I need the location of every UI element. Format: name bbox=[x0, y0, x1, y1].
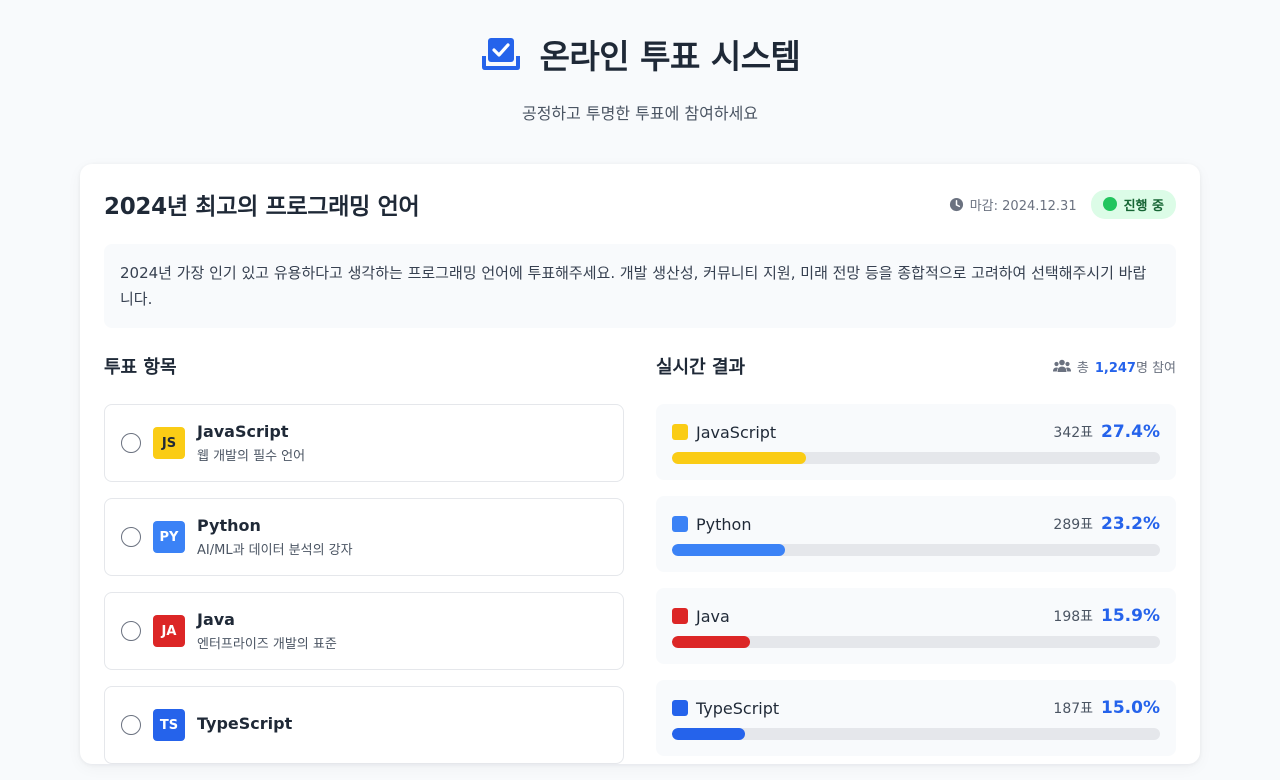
language-badge: PY bbox=[153, 521, 185, 553]
status-text: 진행 중 bbox=[1123, 198, 1164, 214]
option-text: Python AI/ML과 데이터 분석의 강자 bbox=[197, 516, 353, 558]
result-swatch bbox=[672, 700, 688, 716]
page-header: 온라인 투표 시스템 공정하고 투명한 투표에 참여하세요 bbox=[0, 0, 1280, 124]
result-name: JavaScript bbox=[696, 422, 777, 442]
language-badge: TS bbox=[153, 709, 185, 741]
page-title: 온라인 투표 시스템 bbox=[539, 37, 801, 76]
result-item: Python 289표 23.2% bbox=[656, 496, 1176, 572]
result-swatch bbox=[672, 424, 688, 440]
option-name: JavaScript bbox=[197, 422, 289, 441]
deadline-text: 마감: 2024.12.31 bbox=[969, 198, 1077, 214]
result-item: JavaScript 342표 27.4% bbox=[656, 404, 1176, 480]
result-percent: 15.0% bbox=[1101, 698, 1160, 718]
option-name: TypeScript bbox=[197, 713, 293, 733]
status-dot-icon bbox=[1102, 197, 1117, 211]
result-votes: 187표 bbox=[1053, 701, 1094, 717]
poll-header: 2024년 최고의 프로그래밍 언어 마감: 2024.12.31 진행 중 bbox=[104, 188, 1176, 220]
result-swatch bbox=[672, 608, 688, 624]
ballot-box-icon bbox=[481, 38, 520, 70]
users-icon bbox=[1052, 359, 1071, 372]
radio-button[interactable] bbox=[121, 433, 141, 453]
option-text: JavaScript 웹 개발의 필수 언어 bbox=[197, 422, 305, 464]
result-name: Java bbox=[696, 606, 730, 626]
poll-title: 2024년 최고의 프로그래밍 언어 bbox=[104, 194, 420, 220]
results-column: 실시간 결과 총 1,247명 참여 JavaScript 342표 27.4%… bbox=[656, 352, 1176, 780]
title-row: 온라인 투표 시스템 bbox=[0, 30, 1280, 78]
progress-fill bbox=[672, 544, 786, 556]
page-subtitle: 공정하고 투명한 투표에 참여하세요 bbox=[521, 104, 759, 123]
result-votes: 289표 bbox=[1053, 517, 1094, 533]
result-item: Java 198표 15.9% bbox=[656, 588, 1176, 664]
progress-track bbox=[672, 452, 1160, 464]
option-description: 웹 개발의 필수 언어 bbox=[197, 449, 306, 464]
options-header: 투표 항목 bbox=[104, 352, 624, 380]
option-name: Python bbox=[197, 516, 261, 535]
option-description: 엔터프라이즈 개발의 표준 bbox=[197, 637, 337, 652]
option-text: TypeScript bbox=[197, 714, 292, 737]
option-javascript[interactable]: JS JavaScript 웹 개발의 필수 언어 bbox=[104, 404, 624, 482]
radio-button[interactable] bbox=[121, 527, 141, 547]
poll-columns: 투표 항목 JS JavaScript 웹 개발의 필수 언어 PY Pytho… bbox=[104, 352, 1176, 780]
results-title: 실시간 결과 bbox=[656, 357, 746, 378]
radio-button[interactable] bbox=[121, 715, 141, 735]
status-badge: 진행 중 bbox=[1090, 189, 1176, 219]
result-percent: 15.9% bbox=[1101, 606, 1160, 626]
progress-track bbox=[672, 728, 1160, 740]
result-percent: 27.4% bbox=[1101, 422, 1160, 442]
result-item: TypeScript 187표 15.0% bbox=[656, 680, 1176, 756]
clock-icon bbox=[949, 197, 963, 211]
option-text: Java 엔터프라이즈 개발의 표준 bbox=[197, 610, 337, 652]
participants-prefix: 총 bbox=[1076, 360, 1089, 376]
language-badge: JA bbox=[153, 615, 185, 647]
option-python[interactable]: PY Python AI/ML과 데이터 분석의 강자 bbox=[104, 498, 624, 576]
results-header: 실시간 결과 총 1,247명 참여 bbox=[656, 352, 1176, 380]
radio-button[interactable] bbox=[121, 621, 141, 641]
progress-track bbox=[672, 544, 1160, 556]
progress-track bbox=[672, 636, 1160, 648]
language-badge: JS bbox=[153, 427, 185, 459]
option-java[interactable]: JA Java 엔터프라이즈 개발의 표준 bbox=[104, 592, 624, 670]
progress-fill bbox=[672, 636, 750, 648]
option-typescript[interactable]: TS TypeScript bbox=[104, 686, 624, 764]
result-name: Python bbox=[696, 514, 752, 534]
result-votes: 198표 bbox=[1053, 609, 1094, 625]
participants-number: 1,247 bbox=[1094, 360, 1136, 376]
result-percent: 23.2% bbox=[1101, 514, 1160, 534]
option-description: AI/ML과 데이터 분석의 강자 bbox=[197, 543, 353, 558]
option-name: Java bbox=[197, 610, 235, 629]
options-list: JS JavaScript 웹 개발의 필수 언어 PY Python AI/M… bbox=[104, 404, 624, 764]
result-votes: 342표 bbox=[1053, 425, 1094, 441]
participants-count: 총 1,247명 참여 bbox=[1052, 357, 1176, 376]
poll-card: 2024년 최고의 프로그래밍 언어 마감: 2024.12.31 진행 중 2… bbox=[80, 164, 1200, 764]
poll-meta: 마감: 2024.12.31 진행 중 bbox=[949, 189, 1176, 219]
poll-description: 2024년 가장 인기 있고 유용하다고 생각하는 프로그래밍 언어에 투표해주… bbox=[104, 244, 1176, 328]
options-title: 투표 항목 bbox=[104, 357, 177, 378]
deadline: 마감: 2024.12.31 bbox=[949, 195, 1077, 214]
results-list: JavaScript 342표 27.4% Python 289표 23.2% … bbox=[656, 404, 1176, 756]
options-column: 투표 항목 JS JavaScript 웹 개발의 필수 언어 PY Pytho… bbox=[104, 352, 624, 780]
result-name: TypeScript bbox=[696, 698, 780, 718]
progress-fill bbox=[672, 728, 746, 740]
participants-suffix: 명 참여 bbox=[1135, 360, 1176, 376]
result-swatch bbox=[672, 516, 688, 532]
progress-fill bbox=[672, 452, 806, 464]
